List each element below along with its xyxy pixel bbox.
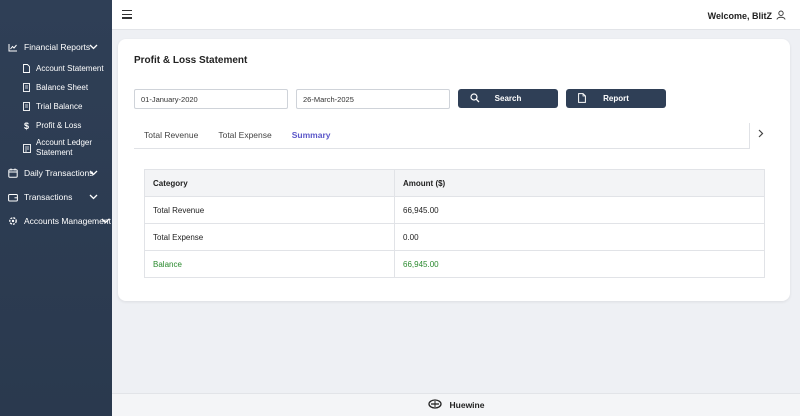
- report-button[interactable]: Report: [566, 89, 666, 108]
- sidebar: Financial Reports Account Statement Bala…: [0, 0, 112, 416]
- footer: Huewine: [112, 393, 800, 416]
- chevron-right-icon[interactable]: [758, 129, 764, 141]
- calendar-icon: [8, 168, 18, 178]
- sidebar-item-profit-loss[interactable]: $ Profit & Loss: [0, 116, 112, 135]
- table-row: Total Expense 0.00: [144, 223, 765, 251]
- chevron-down-icon: [89, 168, 98, 178]
- brand-logo-icon: [427, 399, 442, 411]
- chevron-down-icon: [89, 42, 98, 52]
- sidebar-group-label: Transactions: [24, 192, 73, 202]
- search-icon: [470, 93, 480, 105]
- wallet-icon: [8, 192, 18, 202]
- document-icon: [578, 93, 586, 105]
- report-button-label: Report: [603, 94, 629, 103]
- user-icon: [776, 10, 786, 22]
- sidebar-group-financial-reports[interactable]: Financial Reports: [0, 35, 112, 59]
- sidebar-item-label: Account Ledger Statement: [36, 138, 93, 157]
- table-cell-category: Balance: [144, 250, 395, 278]
- column-header-category: Category: [144, 169, 395, 197]
- table-row: Total Revenue 66,945.00: [144, 196, 765, 224]
- top-bar: Welcome, BlitZ: [112, 0, 800, 30]
- tab-summary[interactable]: Summary: [282, 123, 341, 148]
- column-header-amount: Amount ($): [394, 169, 765, 197]
- table-cell-amount: 0.00: [394, 223, 765, 251]
- table-cell-amount: 66,945.00: [394, 196, 765, 224]
- sidebar-item-label: Trial Balance: [36, 102, 83, 111]
- sidebar-item-label: Balance Sheet: [36, 83, 89, 92]
- sidebar-item-account-ledger-statement[interactable]: Account Ledger Statement: [0, 135, 112, 161]
- page-title: Profit & Loss Statement: [134, 55, 248, 66]
- sidebar-group-transactions[interactable]: Transactions: [0, 185, 112, 209]
- table-cell-category: Total Expense: [144, 223, 395, 251]
- tab-divider: [749, 123, 750, 149]
- sidebar-item-account-statement[interactable]: Account Statement: [0, 59, 112, 78]
- table-cell-category: Total Revenue: [144, 196, 395, 224]
- sidebar-group-daily-transactions[interactable]: Daily Transactions: [0, 161, 112, 185]
- table-row: Balance 66,945.00: [144, 250, 765, 278]
- sidebar-group-label: Financial Reports: [24, 42, 91, 52]
- search-button[interactable]: Search: [458, 89, 558, 108]
- document-icon: [22, 64, 31, 73]
- from-date-input[interactable]: [134, 89, 288, 109]
- sidebar-group-accounts-management[interactable]: Accounts Management: [0, 209, 112, 233]
- chart-line-icon: [8, 42, 18, 52]
- chevron-down-icon: [101, 216, 110, 226]
- sidebar-item-balance-sheet[interactable]: Balance Sheet: [0, 78, 112, 97]
- sidebar-item-label: Account Statement: [36, 64, 104, 73]
- table-cell-amount: 66,945.00: [394, 250, 765, 278]
- table-header-row: Category Amount ($): [144, 169, 765, 197]
- welcome-text: Welcome, BlitZ: [707, 11, 772, 21]
- chevron-down-icon: [89, 192, 98, 202]
- to-date-input[interactable]: [296, 89, 450, 109]
- dollar-icon: $: [23, 120, 29, 131]
- receipt-icon: [22, 102, 31, 111]
- sidebar-group-label: Accounts Management: [24, 216, 111, 226]
- tab-total-expense[interactable]: Total Expense: [208, 123, 281, 148]
- receipt-icon: [22, 83, 31, 92]
- ledger-icon: [22, 143, 31, 153]
- report-card: Profit & Loss Statement Search Report To…: [118, 39, 790, 301]
- search-button-label: Search: [494, 94, 522, 103]
- footer-brand: Huewine: [449, 400, 485, 410]
- sidebar-item-trial-balance[interactable]: Trial Balance: [0, 97, 112, 116]
- sidebar-item-label: Profit & Loss: [36, 121, 82, 130]
- sidebar-group-label: Daily Transactions: [24, 168, 94, 178]
- gear-icon: [8, 216, 18, 226]
- welcome-user[interactable]: Welcome, BlitZ: [708, 10, 786, 22]
- hamburger-menu-icon[interactable]: [122, 10, 132, 19]
- report-tabs: Total Revenue Total Expense Summary: [134, 123, 750, 149]
- summary-table: Category Amount ($) Total Revenue 66,945…: [144, 169, 765, 278]
- tab-total-revenue[interactable]: Total Revenue: [134, 123, 208, 148]
